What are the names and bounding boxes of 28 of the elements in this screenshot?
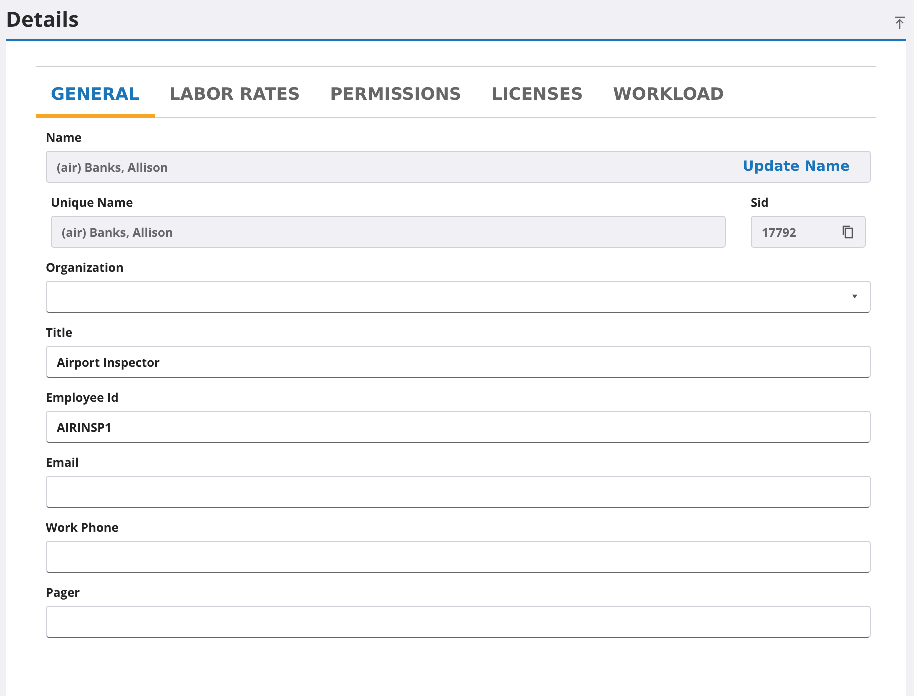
tab[interactable]: PERMISSIONS xyxy=(315,85,477,118)
dropdown-field[interactable] xyxy=(46,281,871,313)
field-label: Work Phone xyxy=(46,519,120,537)
field-label: Sid xyxy=(751,194,770,212)
field-label: Unique Name xyxy=(51,194,134,212)
tab[interactable]: GENERAL xyxy=(36,85,154,118)
tab[interactable]: LABOR RATES xyxy=(154,85,316,118)
input-field[interactable]: (air) Banks, Allison xyxy=(51,216,726,248)
input-field[interactable]: AIRINSP1 xyxy=(46,411,871,443)
copy-icon[interactable] xyxy=(841,225,855,239)
panel-title: Details xyxy=(6,6,80,34)
field-label: Pager xyxy=(46,584,82,602)
tab[interactable]: WORKLOAD xyxy=(598,85,740,118)
update-name-button[interactable]: Update Name xyxy=(732,159,860,175)
collapse-icon[interactable] xyxy=(894,16,906,30)
field-label: Organization xyxy=(46,259,125,277)
field-label: Email xyxy=(46,454,80,472)
input-field[interactable] xyxy=(46,541,871,573)
input-field[interactable]: (air) Banks, Allison Update Name xyxy=(46,151,871,183)
field-label: Name xyxy=(46,129,83,147)
tab[interactable]: LICENSES xyxy=(476,85,598,118)
input-field[interactable]: Airport Inspector xyxy=(46,346,871,378)
input-field[interactable]: 17792 xyxy=(751,216,866,248)
dropdown-caret-icon[interactable] xyxy=(850,294,860,300)
input-field[interactable] xyxy=(46,476,871,508)
field-label: Title xyxy=(46,324,74,342)
field-label: Employee Id xyxy=(46,389,120,407)
input-field[interactable] xyxy=(46,606,871,638)
